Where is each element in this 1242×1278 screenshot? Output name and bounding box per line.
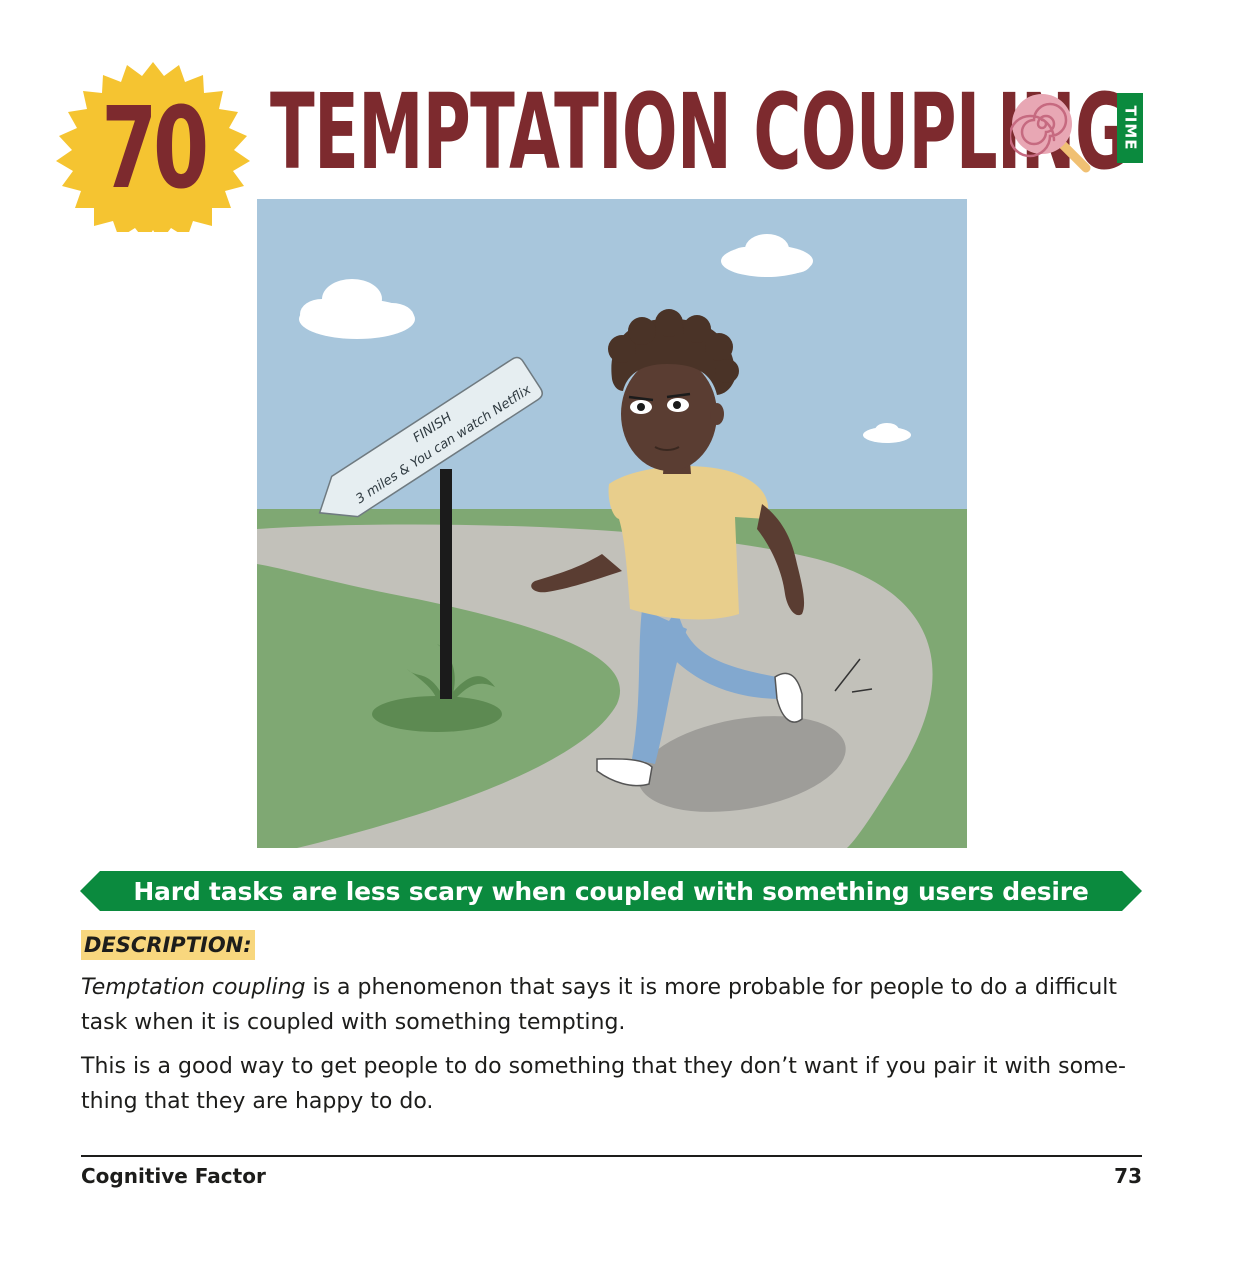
illustration: FINISH 3 miles & You can watch Netflix	[257, 199, 967, 848]
footer-section: Cognitive Factor	[81, 1164, 266, 1188]
page-title: TEMPTATION COUPLING	[270, 71, 1129, 193]
page-number: 73	[1114, 1164, 1142, 1188]
key-insight-banner: Hard tasks are less scary when coupled w…	[80, 871, 1142, 911]
category-tag-label: TIME	[1121, 105, 1139, 151]
description-label: DESCRIPTION:	[81, 930, 255, 960]
category-tag: TIME	[1117, 93, 1143, 163]
footer-divider	[81, 1155, 1142, 1157]
description-paragraph-2: This is a good way to get people to do s…	[81, 1054, 1126, 1114]
term: Temptation coupling	[81, 975, 306, 1000]
lollipop-icon	[1008, 92, 1094, 176]
banner-text: Hard tasks are less scary when coupled w…	[133, 876, 1089, 906]
description-paragraph-1: Temptation coupling is a phenomenon that…	[81, 970, 1143, 1040]
number-badge: 70	[50, 60, 256, 232]
pattern-number: 70	[101, 84, 209, 214]
